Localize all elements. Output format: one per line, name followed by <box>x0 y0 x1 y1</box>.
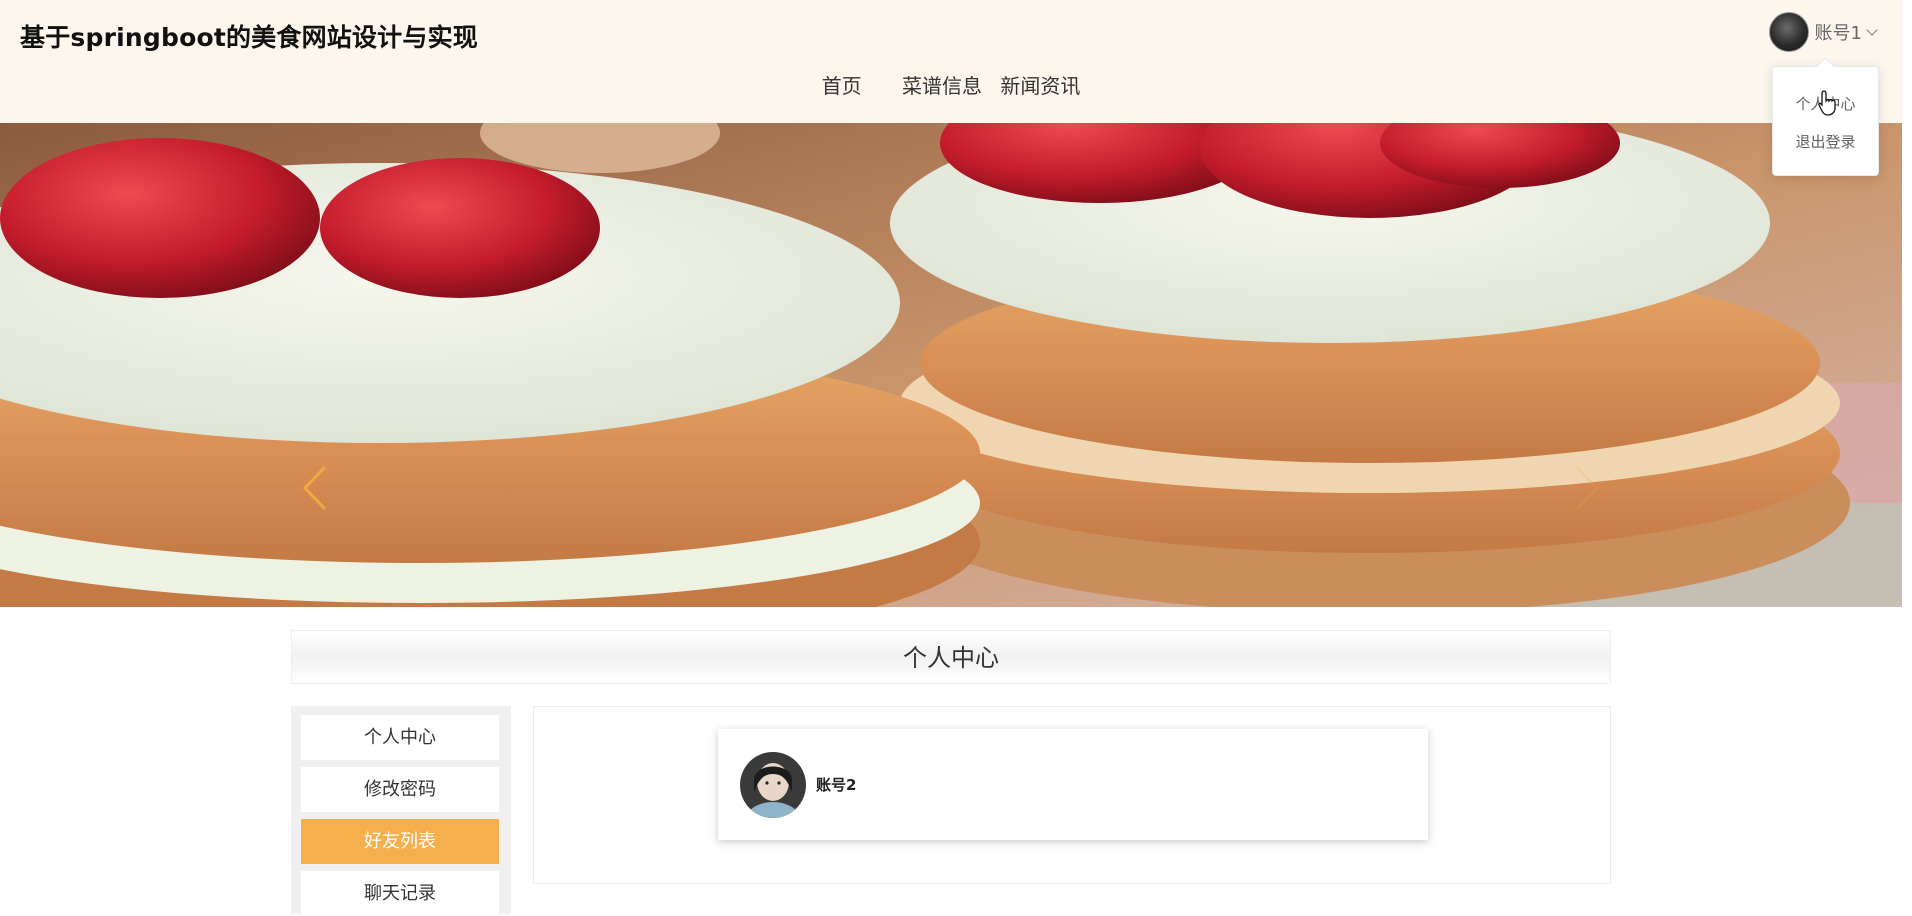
site-title: 基于springboot的美食网站设计与实现 <box>20 23 478 52</box>
nav-news[interactable]: 新闻资讯 <box>1000 70 1080 99</box>
nav-home[interactable]: 首页 <box>822 70 862 99</box>
hand-cursor-icon <box>1818 90 1836 116</box>
username-label[interactable]: 账号1 <box>1815 19 1862 45</box>
sidebar-item-profile[interactable]: 个人中心 <box>301 715 499 760</box>
nav-recipes[interactable]: 菜谱信息 <box>902 70 982 99</box>
carousel-prev-arrow-icon[interactable] <box>297 463 337 513</box>
top-header: 基于springboot的美食网站设计与实现 首页 菜谱信息 新闻资讯 账号1 <box>0 0 1902 123</box>
banner-image <box>0 123 1902 607</box>
profile-sidebar: 个人中心 修改密码 好友列表 聊天记录 <box>291 706 511 916</box>
avatar[interactable] <box>740 751 806 818</box>
sidebar-item-change-password[interactable]: 修改密码 <box>301 767 499 812</box>
sidebar-item-chat-history[interactable]: 聊天记录 <box>301 871 499 916</box>
friend-name: 账号2 <box>816 776 857 794</box>
hero-banner <box>0 123 1902 607</box>
main-nav: 首页 菜谱信息 新闻资讯 <box>0 70 1902 99</box>
avatar[interactable] <box>1768 12 1809 52</box>
friends-panel: 账号2 <box>533 706 1611 884</box>
user-menu-trigger[interactable]: 账号1 <box>1768 12 1878 52</box>
user-dropdown-menu: 个人中心 退出登录 <box>1772 66 1879 176</box>
page-title: 个人中心 <box>291 630 1611 684</box>
sidebar-item-friends[interactable]: 好友列表 <box>301 819 499 864</box>
friend-card[interactable]: 账号2 <box>718 729 1428 840</box>
carousel-next-arrow-icon[interactable] <box>1565 463 1605 513</box>
chevron-down-icon[interactable] <box>1866 24 1878 36</box>
dropdown-item-logout[interactable]: 退出登录 <box>1773 131 1878 152</box>
